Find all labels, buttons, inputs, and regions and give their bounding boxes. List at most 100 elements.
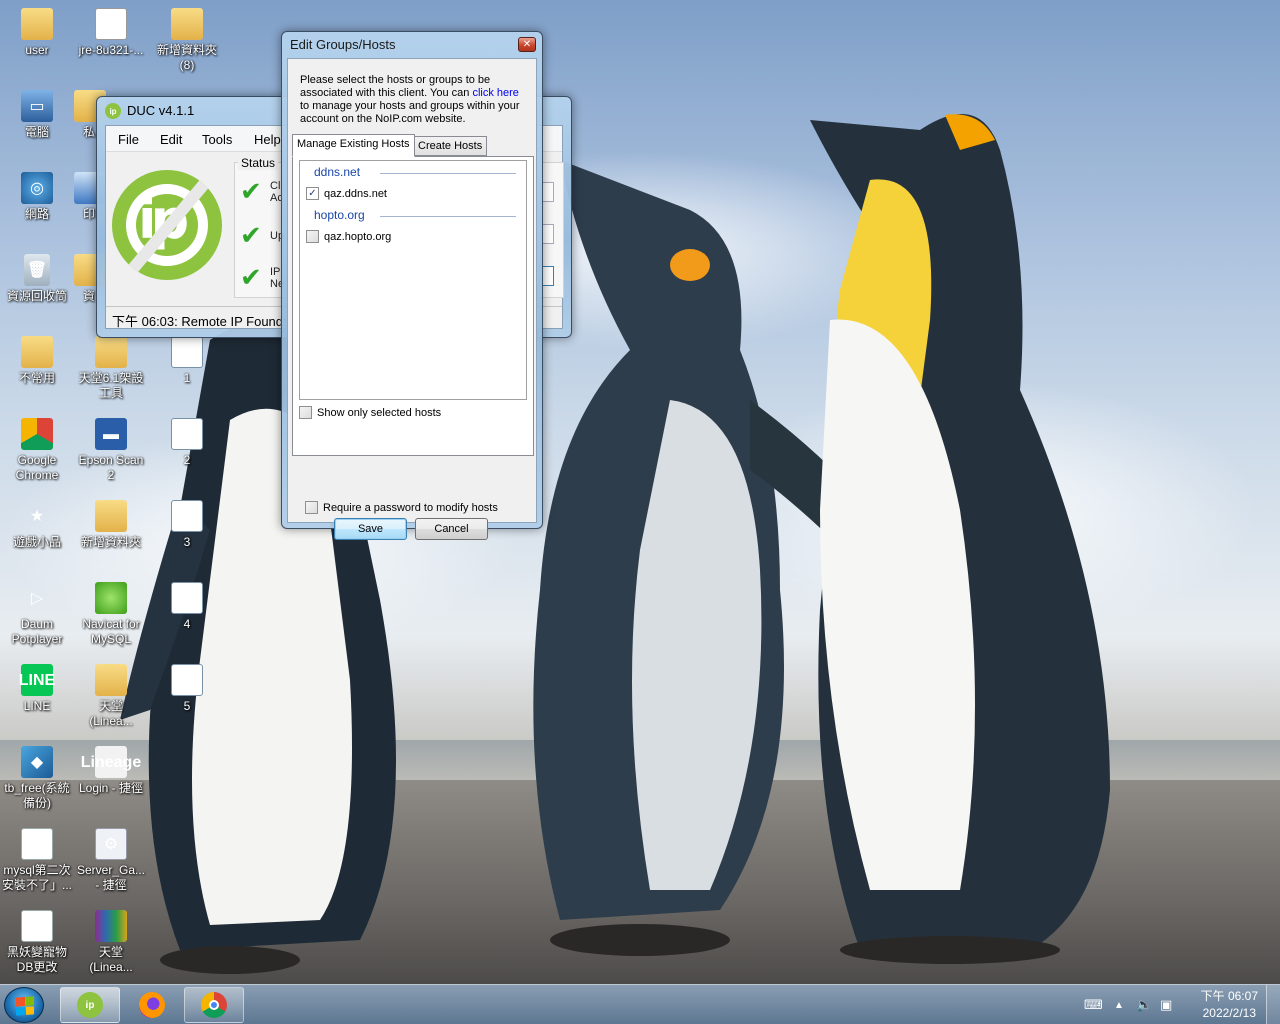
desktop-icon-label: Server_Ga... - 捷徑 (76, 863, 146, 892)
taskbar-item-chrome[interactable] (184, 987, 244, 1023)
edit-groups-hosts-dialog[interactable]: Edit Groups/Hosts ✕ Please select the ho… (281, 31, 543, 540)
desktop-icon-label: jre-8u321-... (78, 43, 144, 57)
desktop-icon-recycle-bin[interactable]: 🗑 資源回收筒 (0, 254, 74, 304)
desktop-icon-screenshot-4[interactable]: ▤ 4 (150, 582, 224, 632)
network-icon: ◎ (21, 172, 53, 204)
desktop-icon-lineage-archive[interactable]: 天堂 (Linea... (74, 910, 148, 975)
desktop-icon-label: 網路 (24, 207, 49, 221)
penguin-right-image (810, 114, 1110, 964)
close-button[interactable]: ✕ (518, 37, 536, 52)
desktop-icon-jre[interactable]: ☕ jre-8u321-... (74, 8, 148, 58)
group-divider (380, 173, 516, 174)
menu-tools[interactable]: Tools (202, 132, 232, 147)
star-icon: ★ (29, 507, 45, 525)
noip-duc-icon: ip (77, 992, 103, 1018)
host-checkbox-qaz-ddns[interactable]: ✓ (306, 187, 319, 200)
show-hidden-icons-icon[interactable]: ▲ (1114, 985, 1124, 1024)
desktop-icon-screenshot-5[interactable]: ▤ 5 (150, 664, 224, 714)
tab-manage-existing-hosts[interactable]: Manage Existing Hosts (292, 134, 415, 157)
desktop-icon-navicat[interactable]: Navicat for MySQL (74, 582, 148, 647)
taskbar-item-firefox[interactable] (122, 987, 182, 1023)
keyboard-icon[interactable]: ⌨ (1084, 985, 1103, 1024)
host-row-qaz-ddns[interactable]: ✓ qaz.ddns.net (306, 187, 387, 200)
taskbar-item-duc[interactable]: ip (60, 987, 120, 1023)
desktop-icon-mysql-doc[interactable]: Wmysql第二次 安裝不了」... (0, 828, 74, 893)
menu-help[interactable]: Help (254, 132, 281, 147)
cancel-button[interactable]: Cancel (415, 518, 488, 540)
dialog-title: Edit Groups/Hosts (290, 37, 396, 52)
desktop-icon-label: 私 (82, 125, 95, 139)
desktop-icon-label: 遊戲小品 (12, 535, 61, 549)
desktop-icon-computer[interactable]: ▭ 電腦 (0, 90, 74, 140)
desktop-icon-new-folder-8[interactable]: 新增資料夾 (8) (150, 8, 224, 73)
folder-icon (95, 500, 127, 532)
desktop-icon-lineage-folder[interactable]: 天堂 (Linea... (74, 664, 148, 729)
folder-icon (21, 336, 53, 368)
desktop-icon-label: 不常用 (18, 371, 55, 385)
desktop-icon-label: 2 (183, 453, 191, 467)
desktop-icon-screenshot-2[interactable]: ▤ 2 (150, 418, 224, 468)
check-icon: ✔ (240, 262, 262, 292)
host-row-qaz-hopto[interactable]: qaz.hopto.org (306, 230, 391, 243)
taskbar: ip ⌨ ▲ 🔈 ▣ 下午 06:07 2022/2/13 (0, 984, 1280, 1024)
desktop-icon-label: Epson Scan 2 (78, 453, 144, 482)
desktop-icon-epson-scan[interactable]: ▬ Epson Scan 2 (74, 418, 148, 483)
desktop-icon-server-shortcut[interactable]: ⚙ Server_Ga... - 捷徑 (74, 828, 148, 893)
noip-duc-icon: ip (105, 103, 121, 119)
dialog-client-area: Please select the hosts or groups to be … (287, 58, 537, 540)
desktop-icon-line[interactable]: LINE LINE (0, 664, 74, 714)
desktop-icon-potplayer[interactable]: ▷ Daum Potplayer (0, 582, 74, 647)
hosts-list[interactable]: ddns.net ✓ qaz.ddns.net hopto.org qaz.ho… (299, 160, 527, 400)
desktop-icon-screenshot-1[interactable]: ▤ 1 (150, 336, 224, 386)
tab-create-hosts[interactable]: Create Hosts (413, 136, 488, 156)
host-checkbox-qaz-hopto[interactable] (306, 230, 319, 243)
group-header-ddns: ddns.net (314, 165, 361, 179)
click-here-link[interactable]: click here (472, 87, 518, 99)
server-shortcut-icon: ⚙ (95, 828, 127, 860)
desktop-icon-login-shortcut[interactable]: Lineage Login - 捷徑 (74, 746, 148, 796)
desktop-icon-mini-games[interactable]: ★ 遊戲小品 (0, 500, 74, 550)
desktop-icon-lineage-tools[interactable]: 天堂6.1架設 工具 (74, 336, 148, 401)
desktop-icon-tb-free[interactable]: ◆ tb_free(系統 備份) (0, 746, 74, 811)
status-button-edge[interactable] (542, 224, 554, 244)
screenshot-thumb-icon: ▤ (171, 582, 203, 614)
desktop-icon-label: user (25, 43, 49, 57)
user-folder-icon (21, 8, 53, 40)
folder-icon (171, 8, 203, 40)
desktop-icon-label: 4 (183, 617, 191, 631)
require-password-option[interactable]: Require a password to modify hosts (305, 501, 498, 514)
network-status-icon[interactable]: ▣ (1160, 985, 1172, 1024)
save-button[interactable]: Save (334, 518, 407, 540)
show-only-selected-option[interactable]: Show only selected hosts (299, 406, 441, 419)
status-button-edge[interactable] (542, 266, 554, 286)
screenshot-thumb-icon: ▤ (171, 418, 203, 450)
volume-icon[interactable]: 🔈 (1136, 985, 1152, 1024)
screenshot-thumb-icon: ▤ (171, 500, 203, 532)
show-only-selected-checkbox[interactable] (299, 406, 312, 419)
clock[interactable]: 下午 06:07 2022/2/13 (1201, 988, 1258, 1022)
windows-logo-icon (16, 996, 34, 1016)
status-button-edge[interactable] (542, 182, 554, 202)
desktop-icon-google-chrome[interactable]: Google Chrome (0, 418, 74, 483)
instructions-text: Please select the hosts or groups to be … (300, 74, 491, 99)
menu-file[interactable]: File (118, 132, 139, 147)
require-password-label: Require a password to modify hosts (323, 501, 498, 514)
dialog-instructions: Please select the hosts or groups to be … (300, 74, 530, 126)
menu-edit[interactable]: Edit (160, 132, 182, 147)
potplayer-icon: ▷ (30, 589, 44, 607)
desktop-icon-rarely-used[interactable]: 不常用 (0, 336, 74, 386)
host-label: qaz.ddns.net (324, 187, 387, 200)
desktop-icon-network[interactable]: ◎ 網路 (0, 172, 74, 222)
start-button[interactable] (4, 987, 44, 1023)
desktop-icon-user[interactable]: user (0, 8, 74, 58)
desktop-icon-screenshot-3[interactable]: ▤ 3 (150, 500, 224, 550)
word-document-icon: W (21, 828, 53, 860)
status-group-label: Status (238, 156, 279, 170)
desktop-icon-label: 印 (82, 207, 95, 221)
require-password-checkbox[interactable] (305, 501, 318, 514)
desktop-icon-label: mysql第二次 安裝不了」... (1, 863, 72, 892)
desktop-icon-new-folder[interactable]: 新增資料夾 (74, 500, 148, 550)
show-desktop-button[interactable] (1266, 985, 1280, 1024)
desktop-icon-pet-db-doc[interactable]: W 黑妖變寵物 DB更改 (0, 910, 74, 975)
line-icon: LINE (19, 664, 55, 696)
